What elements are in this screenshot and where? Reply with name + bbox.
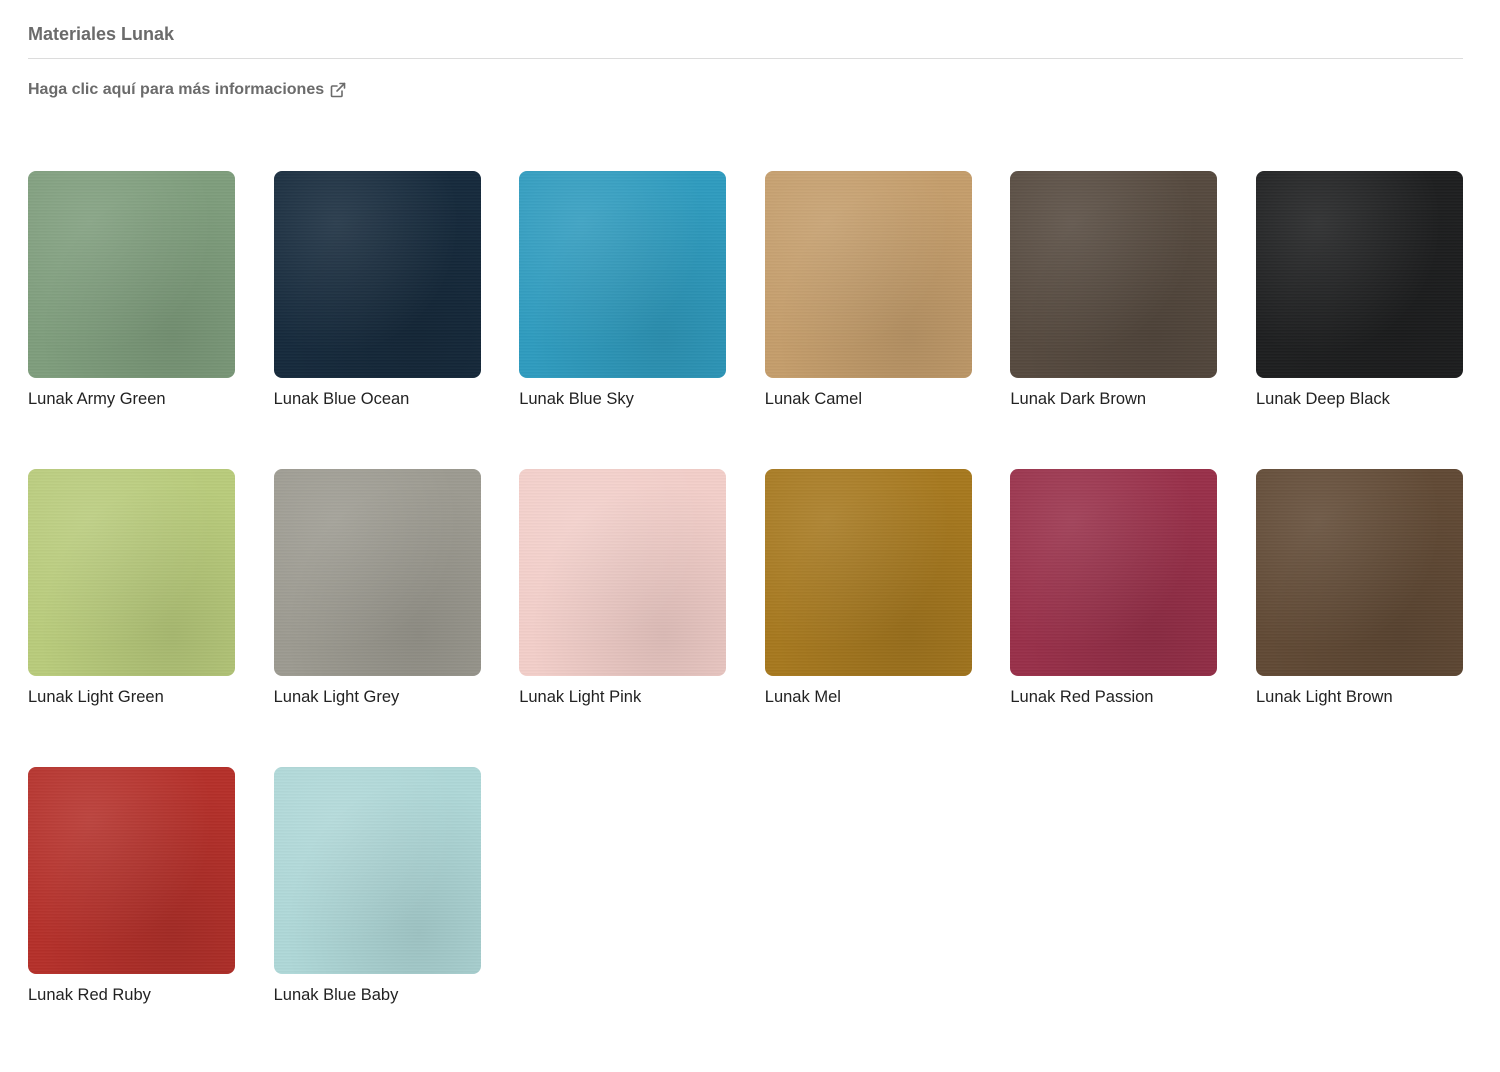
material-swatch-image[interactable] (273, 171, 481, 378)
material-swatch[interactable]: Lunak Red Passion (1010, 469, 1218, 711)
material-swatch[interactable]: Lunak Red Ruby (28, 767, 235, 1009)
external-link-icon (330, 82, 346, 98)
more-info-link[interactable]: Haga clic aquí para más informaciones (28, 80, 346, 100)
material-swatch-image[interactable] (764, 469, 972, 676)
material-swatch-label: Lunak Blue Ocean (273, 390, 410, 408)
material-swatch-image[interactable] (1010, 469, 1218, 676)
material-swatch-label: Lunak Mel (764, 688, 841, 706)
material-swatch-label: Lunak Dark Brown (1010, 390, 1147, 408)
material-swatch-grid: Lunak Army Green Lunak Blue Ocean Lunak Bl… (28, 171, 1463, 1009)
material-swatch-label: Lunak Light Green (28, 688, 164, 706)
material-swatch-image[interactable] (273, 767, 481, 974)
material-swatch-label: Lunak Deep Black (1255, 390, 1390, 408)
material-swatch[interactable]: Lunak Camel (764, 171, 972, 413)
material-swatch-image[interactable] (519, 171, 727, 378)
material-swatch-image[interactable] (28, 767, 235, 974)
material-swatch-label: Lunak Army Green (28, 390, 166, 408)
material-swatch-label: Lunak Camel (764, 390, 863, 408)
material-swatch-image[interactable] (28, 171, 235, 378)
materials-page: Materiales Lunak Haga clic aquí para más… (0, 0, 1500, 1072)
material-swatch-image[interactable] (519, 469, 727, 676)
material-swatch-label: Lunak Blue Baby (273, 986, 399, 1004)
material-swatch[interactable]: Lunak Deep Black (1255, 171, 1463, 413)
material-swatch[interactable]: Lunak Dark Brown (1010, 171, 1218, 413)
material-swatch[interactable]: Lunak Light Brown (1255, 469, 1463, 711)
material-swatch[interactable]: Lunak Light Grey (273, 469, 481, 711)
material-swatch-label: Lunak Light Grey (273, 688, 400, 706)
more-info-link-label: Haga clic aquí para más informaciones (28, 81, 325, 98)
material-swatch[interactable]: Lunak Light Pink (519, 469, 727, 711)
material-swatch-image[interactable] (1010, 171, 1218, 378)
material-swatch-image[interactable] (764, 171, 972, 378)
material-swatch-image[interactable] (28, 469, 235, 676)
material-swatch[interactable]: Lunak Army Green (28, 171, 235, 413)
material-swatch-label: Lunak Light Brown (1255, 688, 1393, 706)
material-swatch-label: Lunak Red Ruby (28, 986, 151, 1004)
material-swatch[interactable]: Lunak Blue Baby (273, 767, 481, 1009)
section-divider (28, 58, 1463, 59)
material-swatch-image[interactable] (1255, 469, 1463, 676)
material-swatch-image[interactable] (1255, 171, 1463, 378)
material-swatch-label: Lunak Blue Sky (519, 390, 634, 408)
material-swatch-label: Lunak Red Passion (1010, 688, 1154, 706)
material-swatch[interactable]: Lunak Light Green (28, 469, 235, 711)
material-swatch[interactable]: Lunak Mel (764, 469, 972, 711)
material-swatch-label: Lunak Light Pink (519, 688, 642, 706)
material-swatch[interactable]: Lunak Blue Ocean (273, 171, 481, 413)
material-swatch[interactable]: Lunak Blue Sky (519, 171, 727, 413)
section-title: Materiales Lunak (28, 24, 175, 44)
material-swatch-image[interactable] (273, 469, 481, 676)
